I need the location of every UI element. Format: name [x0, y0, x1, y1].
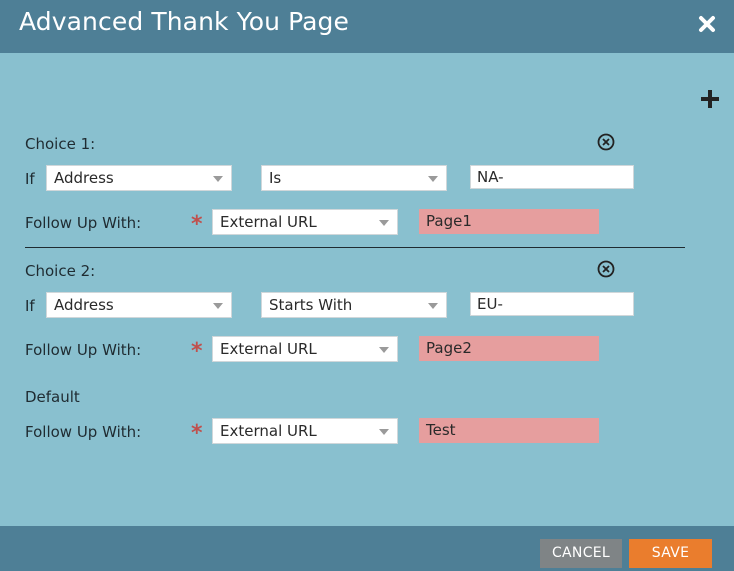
required-marker: *	[191, 421, 203, 446]
dialog-title: Advanced Thank You Page	[19, 7, 349, 36]
required-marker: *	[191, 339, 203, 364]
choice-1-value-input[interactable]: NA-	[470, 165, 634, 189]
required-marker: *	[191, 212, 203, 237]
default-follow-up-label: Follow Up With:	[25, 423, 142, 441]
chevron-down-icon	[379, 429, 389, 435]
choice-2-follow-up-select[interactable]: External URL	[212, 336, 398, 362]
dialog-body	[0, 53, 734, 526]
choice-2-follow-up-label: Follow Up With:	[25, 341, 142, 359]
chevron-down-icon	[213, 176, 223, 182]
choice-2-field-select[interactable]: Address	[46, 292, 232, 318]
choice-1-follow-up-value: External URL	[220, 213, 317, 231]
close-icon[interactable]	[694, 11, 720, 37]
choice-1-operator-select[interactable]: Is	[261, 165, 447, 191]
choice-1-url-input[interactable]: Page1	[419, 209, 599, 234]
choice-2-label: Choice 2:	[25, 262, 96, 280]
choice-2-follow-up-value: External URL	[220, 340, 317, 358]
choice-1-if-label: If	[25, 170, 35, 188]
cancel-button[interactable]: CANCEL	[540, 539, 622, 568]
choice-2-operator-select[interactable]: Starts With	[261, 292, 447, 318]
choice-1-field-value: Address	[54, 169, 114, 187]
default-follow-up-value: External URL	[220, 422, 317, 440]
default-label: Default	[25, 388, 80, 406]
choice-1-follow-up-label: Follow Up With:	[25, 214, 142, 232]
choice-divider	[25, 247, 685, 248]
chevron-down-icon	[379, 347, 389, 353]
dialog-header: Advanced Thank You Page	[0, 0, 734, 53]
default-url-input[interactable]: Test	[419, 418, 599, 443]
default-follow-up-select[interactable]: External URL	[212, 418, 398, 444]
choice-1-label: Choice 1:	[25, 135, 96, 153]
chevron-down-icon	[379, 220, 389, 226]
remove-choice-2-icon[interactable]	[597, 260, 615, 278]
choice-1-operator-value: Is	[269, 169, 282, 187]
choice-1-field-select[interactable]: Address	[46, 165, 232, 191]
choice-1-follow-up-select[interactable]: External URL	[212, 209, 398, 235]
choice-2-if-label: If	[25, 297, 35, 315]
dialog-footer	[0, 526, 734, 571]
remove-choice-1-icon[interactable]	[597, 133, 615, 151]
save-button[interactable]: SAVE	[629, 539, 712, 568]
choice-2-field-value: Address	[54, 296, 114, 314]
chevron-down-icon	[213, 303, 223, 309]
choice-2-url-input[interactable]: Page2	[419, 336, 599, 361]
plus-icon[interactable]	[699, 88, 721, 110]
choice-2-operator-value: Starts With	[269, 296, 353, 314]
chevron-down-icon	[428, 303, 438, 309]
choice-2-value-input[interactable]: EU-	[470, 292, 634, 316]
chevron-down-icon	[428, 176, 438, 182]
